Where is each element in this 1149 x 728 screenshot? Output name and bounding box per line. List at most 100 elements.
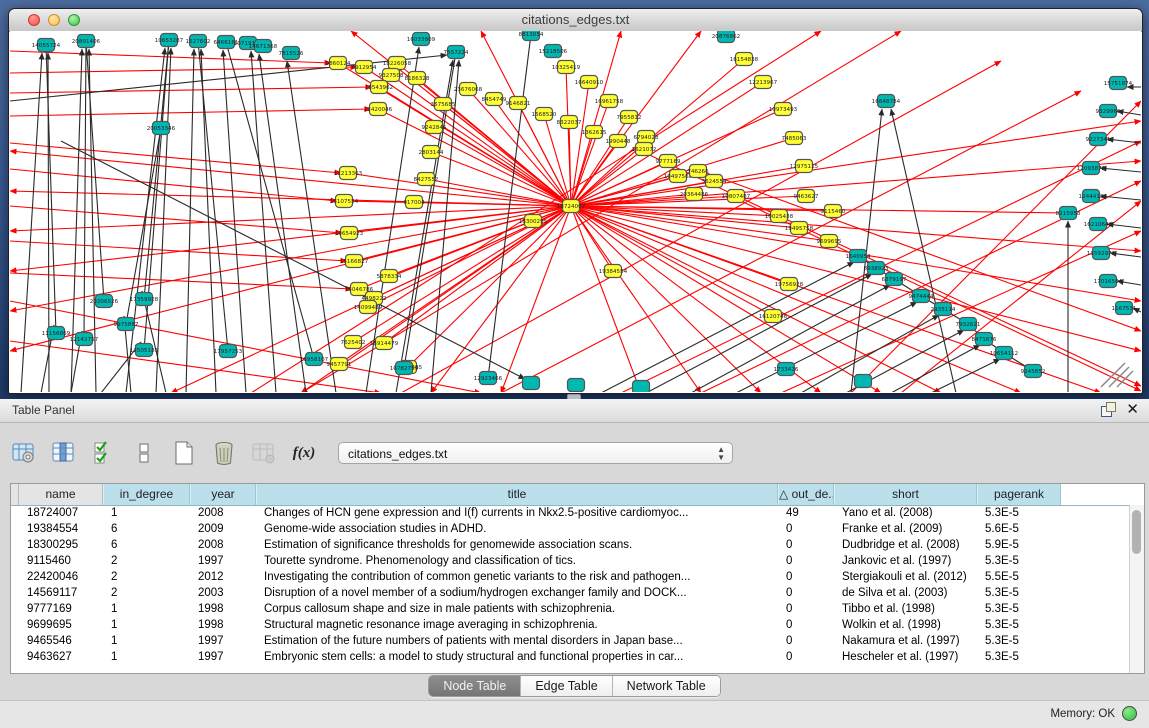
graph-node[interactable]: 8186328 bbox=[405, 72, 430, 85]
graph-node[interactable]: 7625402 bbox=[341, 336, 366, 349]
graph-node[interactable] bbox=[633, 381, 650, 393]
graph-node[interactable]: 22420046 bbox=[364, 103, 393, 116]
graph-node[interactable]: 1167531 bbox=[1112, 302, 1137, 315]
table-row[interactable]: 969969511998Structural magnetic resonanc… bbox=[11, 617, 1130, 633]
graph-node[interactable]: 9975887 bbox=[114, 318, 139, 331]
graph-node[interactable]: 1362615 bbox=[582, 126, 607, 139]
table-selector-dropdown[interactable]: citations_edges.txt ▲▼ bbox=[338, 442, 733, 464]
graph-node[interactable]: 18226058 bbox=[383, 57, 412, 70]
graph-node[interactable]: 12923466 bbox=[474, 372, 503, 385]
graph-node[interactable] bbox=[855, 375, 872, 388]
graph-node[interactable]: 23676068 bbox=[454, 83, 483, 96]
graph-node[interactable]: 9329966 bbox=[1096, 105, 1121, 118]
tab-edge-table[interactable]: Edge Table bbox=[521, 676, 612, 696]
show-columns-icon[interactable] bbox=[50, 439, 78, 467]
column-header-title[interactable]: title bbox=[256, 484, 778, 505]
graph-node[interactable]: 20053346 bbox=[147, 122, 176, 135]
table-row[interactable]: 1938455462009Genome-wide association stu… bbox=[11, 521, 1130, 537]
graph-node[interactable]: 16958107 bbox=[300, 353, 329, 366]
graph-node[interactable]: 7485063 bbox=[782, 132, 807, 145]
graph-node[interactable] bbox=[523, 377, 540, 390]
graph-node[interactable]: 16154838 bbox=[730, 53, 759, 66]
graph-node[interactable]: 917004 bbox=[403, 196, 425, 209]
table-header-row[interactable]: namein_degreeyeartitle△ out_de...shortpa… bbox=[11, 484, 1144, 506]
table-row[interactable]: 977716911998Corpus callosum shape and si… bbox=[11, 601, 1130, 617]
network-canvas[interactable]: 1872400718226058932750881863281854396222… bbox=[10, 31, 1141, 392]
tab-network-table[interactable]: Network Table bbox=[613, 676, 720, 696]
graph-node[interactable]: 10325419 bbox=[552, 61, 581, 74]
column-header-name[interactable]: name bbox=[19, 484, 103, 505]
network-window-titlebar[interactable]: citations_edges.txt bbox=[9, 9, 1142, 32]
graph-node[interactable]: 7557224 bbox=[444, 46, 469, 59]
graph-node[interactable]: 9457791 bbox=[327, 358, 352, 371]
new-column-icon[interactable] bbox=[170, 439, 198, 467]
graph-node[interactable]: 9146821 bbox=[506, 97, 531, 110]
table-mode-icon[interactable] bbox=[130, 439, 158, 467]
row-selection-icon[interactable] bbox=[90, 439, 118, 467]
graph-node[interactable]: 8215958 bbox=[1056, 207, 1081, 220]
graph-node[interactable]: 7815526 bbox=[279, 47, 304, 60]
delete-column-icon[interactable] bbox=[210, 439, 238, 467]
graph-node[interactable]: 8938923 bbox=[864, 262, 889, 275]
memory-status-icon[interactable] bbox=[1122, 706, 1137, 721]
scrollbar-thumb[interactable] bbox=[1132, 510, 1141, 554]
graph-node[interactable]: 16640910 bbox=[575, 76, 604, 89]
table-row[interactable]: 2242004622012Investigating the contribut… bbox=[11, 569, 1130, 585]
graph-node[interactable] bbox=[568, 379, 585, 392]
graph-node[interactable]: 8813054 bbox=[519, 31, 544, 41]
graph-node[interactable]: 17016504 bbox=[1094, 275, 1123, 288]
graph-node[interactable]: 8427552 bbox=[414, 173, 439, 186]
graph-node[interactable]: 8322037 bbox=[557, 116, 582, 129]
graph-node[interactable]: 17359928 bbox=[130, 293, 159, 306]
graph-node[interactable]: 16107554 bbox=[330, 195, 359, 208]
graph-node[interactable]: 1568520 bbox=[532, 108, 557, 121]
graph-node[interactable]: 12093872 bbox=[1077, 162, 1105, 175]
float-panel-icon[interactable] bbox=[1101, 402, 1116, 417]
table-body[interactable]: 1872400712008Changes of HCN gene express… bbox=[11, 505, 1130, 673]
graph-node[interactable]: 16648784 bbox=[872, 95, 901, 108]
graph-node[interactable]: 10654112 bbox=[990, 347, 1018, 360]
table-row[interactable]: 1872400712008Changes of HCN gene express… bbox=[11, 505, 1130, 521]
attribute-table[interactable]: namein_degreeyeartitle△ out_de...shortpa… bbox=[10, 483, 1145, 674]
graph-node[interactable]: 20891406 bbox=[72, 35, 101, 48]
graph-node[interactable]: 9474444 bbox=[909, 290, 934, 303]
function-builder-icon[interactable]: f(x) bbox=[290, 439, 318, 467]
tab-node-table[interactable]: Node Table bbox=[429, 676, 521, 696]
column-header-out-de-[interactable]: △ out_de... bbox=[778, 484, 834, 505]
graph-node[interactable]: 3624554 bbox=[702, 175, 727, 188]
graph-node[interactable]: 16210643 bbox=[1084, 218, 1113, 231]
graph-node[interactable]: 16033809 bbox=[407, 33, 436, 46]
graph-node[interactable]: 20876862 bbox=[712, 31, 740, 43]
graph-node[interactable]: 7955812 bbox=[617, 111, 642, 124]
column-header-short[interactable]: short bbox=[834, 484, 977, 505]
graph-node[interactable]: 9463627 bbox=[794, 190, 819, 203]
graph-node[interactable]: 16961758 bbox=[595, 95, 624, 108]
graph-node[interactable]: 1990448 bbox=[606, 135, 631, 148]
graph-node[interactable]: 9699695 bbox=[817, 235, 842, 248]
graph-node[interactable]: 15166827 bbox=[340, 255, 369, 268]
table-row[interactable]: 1456911722003Disruption of a novel membe… bbox=[11, 585, 1130, 601]
graph-node[interactable]: 8471676 bbox=[972, 333, 997, 346]
table-row[interactable]: 911546021997Tourette syndrome. Phenomeno… bbox=[11, 553, 1130, 569]
graph-node[interactable]: 9245852 bbox=[1021, 365, 1046, 378]
close-panel-icon[interactable]: ✕ bbox=[1126, 402, 1139, 417]
graph-node[interactable]: 12213363 bbox=[334, 167, 363, 180]
column-header-year[interactable]: year bbox=[190, 484, 256, 505]
table-row[interactable]: 946362711997Embryonic stem cells: a mode… bbox=[11, 649, 1130, 665]
vertical-scrollbar[interactable] bbox=[1129, 505, 1144, 673]
graph-node[interactable]: 19654923 bbox=[335, 227, 364, 240]
column-header-pagerank[interactable]: pagerank bbox=[977, 484, 1061, 505]
graph-node[interactable]: 19384554 bbox=[599, 265, 628, 278]
graph-node[interactable]: 6794028 bbox=[634, 131, 659, 144]
network-window[interactable]: citations_edges.txt 18724007182260589327… bbox=[8, 8, 1143, 394]
graph-node[interactable]: 5878334 bbox=[377, 270, 402, 283]
graph-node[interactable]: 10653287 bbox=[155, 34, 184, 47]
graph-node[interactable]: 12213967 bbox=[749, 76, 778, 89]
graph-node[interactable]: 1621072 bbox=[632, 143, 657, 156]
table-panel-header[interactable]: Table Panel ✕ bbox=[0, 399, 1149, 423]
graph-node[interactable]: 14055724 bbox=[32, 39, 61, 52]
graph-node[interactable]: 11156869 bbox=[42, 327, 71, 340]
column-header-in-degree[interactable]: in_degree bbox=[103, 484, 190, 505]
graph-node[interactable]: 12975115 bbox=[790, 160, 819, 173]
graph-node[interactable]: 7932621 bbox=[956, 318, 981, 331]
